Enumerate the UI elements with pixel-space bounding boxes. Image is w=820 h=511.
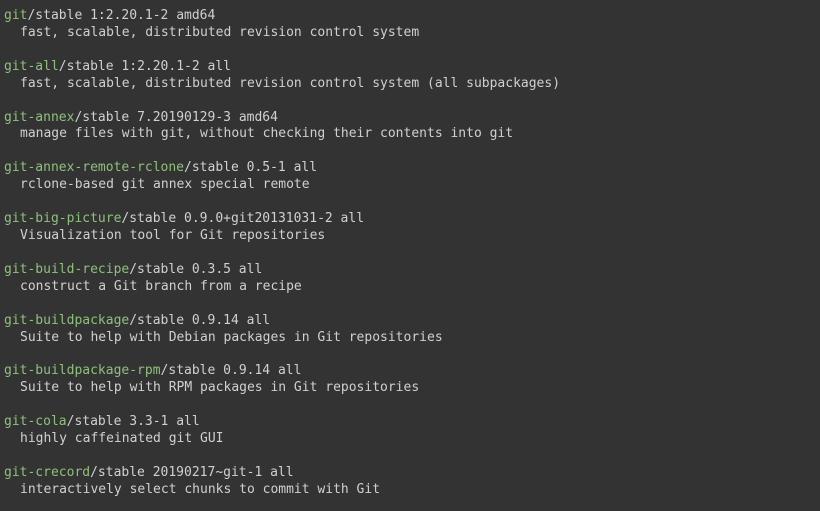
package-header: git-annex-remote-rclone/stable 0.5-1 all (4, 160, 820, 177)
package-header: git-crecord/stable 20190217~git-1 all (4, 465, 820, 482)
package-name: git (4, 8, 27, 23)
package-description: highly caffeinated git GUI (4, 431, 224, 446)
package-description: Suite to help with RPM packages in Git r… (4, 380, 419, 395)
package-header: git-build-recipe/stable 0.3.5 all (4, 262, 820, 279)
terminal-output: git/stable 1:2.20.1-2 amd64 fast, scalab… (0, 0, 820, 499)
package-entry: git-annex/stable 7.20190129-3 amd64 mana… (4, 110, 820, 144)
package-name: git-buildpackage (4, 313, 129, 328)
package-description: interactively select chunks to commit wi… (4, 482, 380, 497)
package-name: git-all (4, 59, 59, 74)
package-name: git-buildpackage-rpm (4, 363, 161, 378)
package-header: git-big-picture/stable 0.9.0+git20131031… (4, 211, 820, 228)
package-entry: git-buildpackage-rpm/stable 0.9.14 all S… (4, 363, 820, 397)
package-meta: /stable 0.9.14 all (129, 313, 270, 328)
package-header: git-all/stable 1:2.20.1-2 all (4, 59, 820, 76)
package-meta: /stable 0.5-1 all (184, 160, 317, 175)
package-description: construct a Git branch from a recipe (4, 279, 302, 294)
package-meta: /stable 20190217~git-1 all (90, 465, 294, 480)
package-meta: /stable 3.3-1 all (67, 414, 200, 429)
package-entry: git-big-picture/stable 0.9.0+git20131031… (4, 211, 820, 245)
package-entry: git/stable 1:2.20.1-2 amd64 fast, scalab… (4, 8, 820, 42)
package-entry: git-buildpackage/stable 0.9.14 all Suite… (4, 313, 820, 347)
package-name: git-crecord (4, 465, 90, 480)
package-meta: /stable 0.3.5 all (129, 262, 262, 277)
package-entry: git-all/stable 1:2.20.1-2 all fast, scal… (4, 59, 820, 93)
package-description: manage files with git, without checking … (4, 126, 513, 141)
package-name: git-annex-remote-rclone (4, 160, 184, 175)
package-meta: /stable 1:2.20.1-2 all (59, 59, 231, 74)
package-header: git-annex/stable 7.20190129-3 amd64 (4, 110, 820, 127)
package-description: Visualization tool for Git repositories (4, 228, 325, 243)
package-name: git-annex (4, 110, 74, 125)
package-entry: git-annex-remote-rclone/stable 0.5-1 all… (4, 160, 820, 194)
package-entry: git-crecord/stable 20190217~git-1 all in… (4, 465, 820, 499)
package-description: Suite to help with Debian packages in Gi… (4, 330, 443, 345)
package-description: fast, scalable, distributed revision con… (4, 76, 560, 91)
package-header: git-cola/stable 3.3-1 all (4, 414, 820, 431)
package-meta: /stable 1:2.20.1-2 amd64 (27, 8, 215, 23)
package-name: git-big-picture (4, 211, 121, 226)
package-header: git-buildpackage/stable 0.9.14 all (4, 313, 820, 330)
package-description: fast, scalable, distributed revision con… (4, 25, 419, 40)
package-meta: /stable 0.9.0+git20131031-2 all (121, 211, 364, 226)
package-entry: git-cola/stable 3.3-1 all highly caffein… (4, 414, 820, 448)
package-header: git-buildpackage-rpm/stable 0.9.14 all (4, 363, 820, 380)
package-name: git-build-recipe (4, 262, 129, 277)
package-meta: /stable 0.9.14 all (161, 363, 302, 378)
package-entry: git-build-recipe/stable 0.3.5 all constr… (4, 262, 820, 296)
package-description: rclone-based git annex special remote (4, 177, 310, 192)
package-header: git/stable 1:2.20.1-2 amd64 (4, 8, 820, 25)
package-name: git-cola (4, 414, 67, 429)
package-meta: /stable 7.20190129-3 amd64 (74, 110, 278, 125)
